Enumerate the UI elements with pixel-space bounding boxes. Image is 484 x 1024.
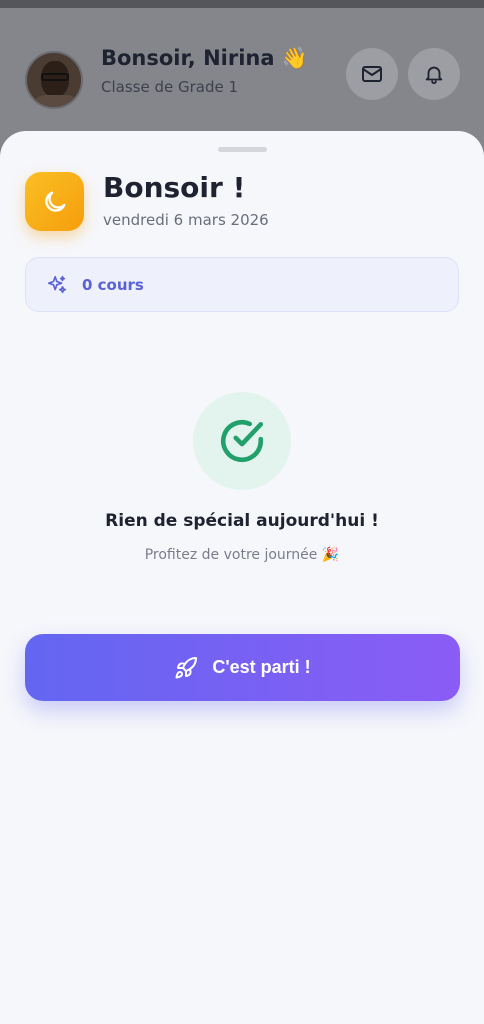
courses-count-label: 0 cours bbox=[82, 275, 144, 294]
sparkles-icon bbox=[47, 275, 67, 293]
rocket-icon bbox=[175, 656, 198, 678]
avatar[interactable] bbox=[25, 51, 83, 109]
mail-icon bbox=[362, 66, 382, 82]
notifications-button[interactable] bbox=[408, 48, 460, 100]
greeting-title: Bonsoir, Nirina 👋 bbox=[101, 46, 308, 70]
mail-button[interactable] bbox=[346, 48, 398, 100]
check-circle-icon bbox=[221, 419, 264, 463]
date-label: vendredi 6 mars 2026 bbox=[103, 211, 269, 229]
bell-icon bbox=[425, 66, 443, 85]
moon-badge bbox=[25, 172, 84, 231]
bottom-sheet: Bonsoir ! vendredi 6 mars 2026 0 cours R… bbox=[0, 131, 484, 1024]
header: Bonsoir, Nirina 👋 Classe de Grade 1 bbox=[0, 8, 484, 148]
start-button-label: C'est parti ! bbox=[212, 657, 311, 677]
success-badge bbox=[193, 392, 291, 490]
sheet-title: Bonsoir ! bbox=[103, 171, 246, 204]
sheet-drag-handle[interactable] bbox=[218, 147, 267, 152]
start-button[interactable]: C'est parti ! bbox=[25, 634, 460, 701]
empty-state-title: Rien de spécial aujourd'hui ! bbox=[105, 511, 379, 531]
grade-label: Classe de Grade 1 bbox=[101, 78, 239, 96]
empty-state-subtitle: Profitez de votre journée 🎉 bbox=[144, 547, 340, 563]
courses-count-chip[interactable]: 0 cours bbox=[25, 257, 459, 312]
status-bar bbox=[0, 0, 484, 8]
moon-icon bbox=[44, 191, 65, 212]
